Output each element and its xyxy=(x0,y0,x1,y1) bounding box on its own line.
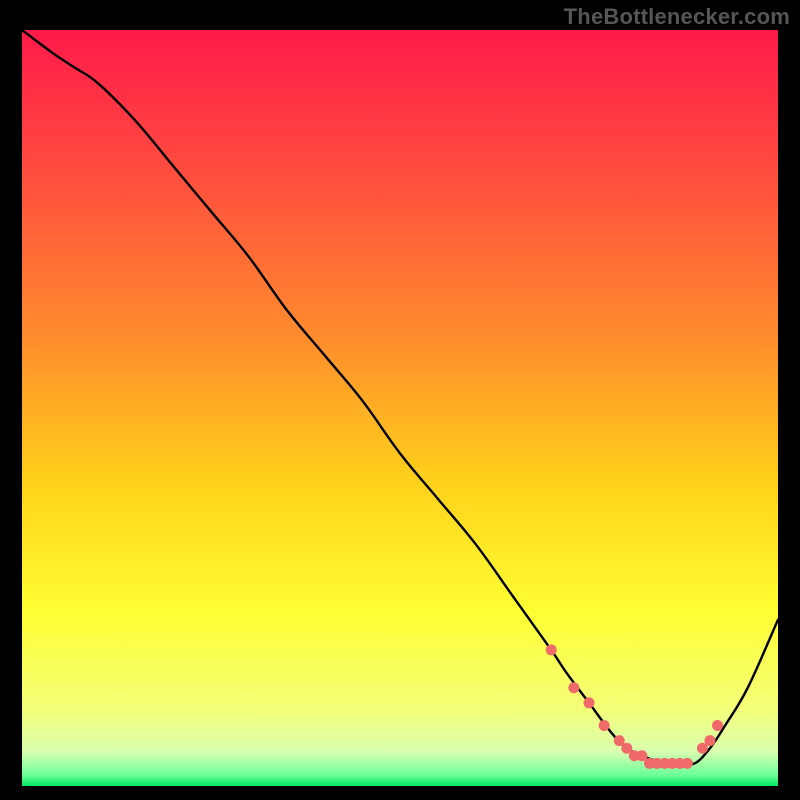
attribution-text: TheBottlenecker.com xyxy=(564,4,790,30)
highlight-point xyxy=(712,720,723,731)
highlight-point xyxy=(704,735,715,746)
highlight-point xyxy=(546,644,557,655)
chart-area xyxy=(22,30,778,786)
chart-background xyxy=(22,30,778,786)
highlight-point xyxy=(682,758,693,769)
highlight-point xyxy=(568,682,579,693)
highlight-point xyxy=(599,720,610,731)
chart-svg xyxy=(22,30,778,786)
highlight-point xyxy=(584,697,595,708)
